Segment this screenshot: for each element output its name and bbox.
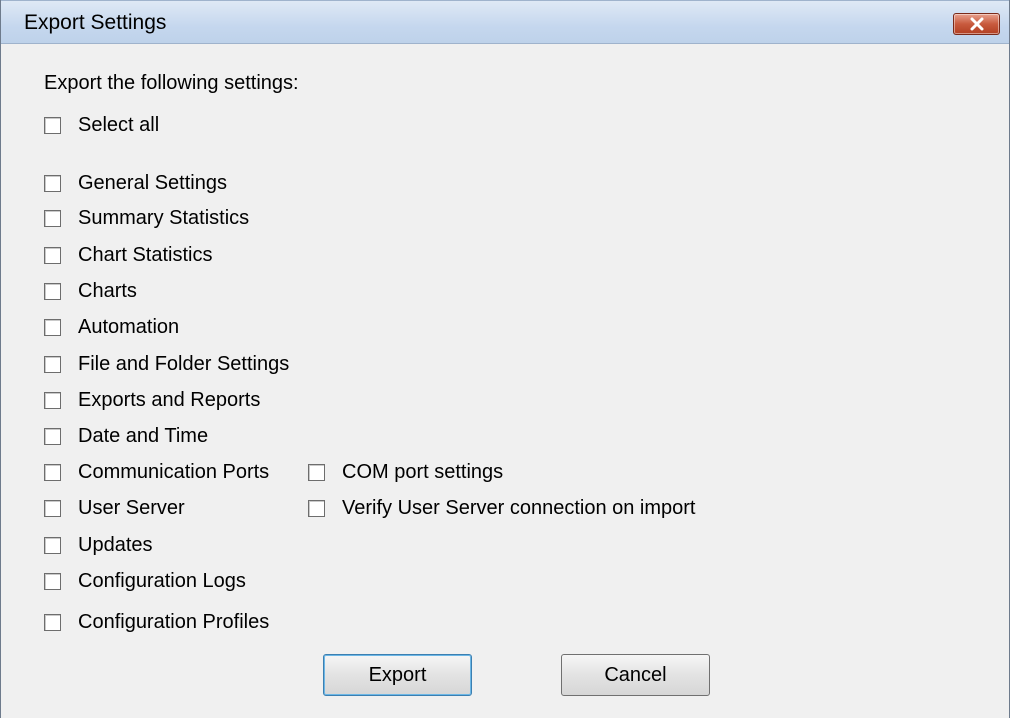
checkbox-label: File and Folder Settings bbox=[78, 352, 290, 375]
checkbox-label: Exports and Reports bbox=[78, 388, 261, 411]
checkbox-configuration-profiles[interactable]: Configuration Profiles bbox=[44, 610, 269, 634]
checkbox-file-and-folder-settings[interactable]: File and Folder Settings bbox=[44, 352, 289, 376]
checkbox-box[interactable] bbox=[44, 536, 61, 554]
checkbox-label: Charts bbox=[78, 279, 137, 302]
checkbox-configuration-logs[interactable]: Configuration Logs bbox=[44, 569, 246, 593]
checkbox-box[interactable] bbox=[44, 318, 61, 336]
checkbox-box[interactable] bbox=[44, 572, 61, 590]
checkbox-box[interactable] bbox=[44, 463, 61, 481]
close-icon bbox=[970, 17, 983, 31]
checkbox-verify-user-server-connection[interactable]: Verify User Server connection on import bbox=[308, 496, 696, 520]
checkbox-label: Summary Statistics bbox=[78, 206, 250, 229]
checkbox-box[interactable] bbox=[44, 282, 61, 300]
checkbox-communication-ports[interactable]: Communication Ports bbox=[44, 460, 269, 484]
checkbox-box[interactable] bbox=[44, 209, 61, 227]
checkbox-label: COM port settings bbox=[342, 460, 504, 483]
checkbox-label: General Settings bbox=[78, 171, 227, 194]
checkbox-chart-statistics[interactable]: Chart Statistics bbox=[44, 243, 212, 267]
checkbox-label: Configuration Profiles bbox=[78, 610, 270, 633]
checkbox-user-server[interactable]: User Server bbox=[44, 496, 185, 520]
checkbox-box[interactable] bbox=[44, 391, 61, 409]
checkbox-charts[interactable]: Charts bbox=[44, 279, 137, 303]
export-button[interactable]: Export bbox=[323, 654, 472, 696]
checkbox-box[interactable] bbox=[44, 246, 61, 264]
checkbox-box[interactable] bbox=[44, 116, 61, 134]
checkbox-com-port-settings[interactable]: COM port settings bbox=[308, 460, 503, 484]
checkbox-label: Updates bbox=[78, 533, 153, 556]
checkbox-label: Verify User Server connection on import bbox=[342, 496, 696, 519]
checkbox-updates[interactable]: Updates bbox=[44, 533, 153, 557]
checkbox-exports-and-reports[interactable]: Exports and Reports bbox=[44, 388, 260, 412]
checkbox-label: Date and Time bbox=[78, 424, 209, 447]
checkbox-general-settings[interactable]: General Settings bbox=[44, 171, 227, 195]
select-all-checkbox[interactable]: Select all bbox=[44, 113, 159, 137]
checkbox-label: Chart Statistics bbox=[78, 243, 213, 266]
checkbox-box[interactable] bbox=[44, 427, 61, 445]
export-settings-dialog: Export Settings Export the following set… bbox=[0, 0, 1010, 718]
checkbox-label: User Server bbox=[78, 496, 185, 519]
checkbox-label: Configuration Logs bbox=[78, 569, 246, 592]
checkbox-box[interactable] bbox=[44, 499, 61, 517]
checkbox-box[interactable] bbox=[44, 174, 61, 192]
checkbox-box[interactable] bbox=[308, 463, 325, 481]
title-bar[interactable]: Export Settings bbox=[1, 0, 1009, 44]
checkbox-box[interactable] bbox=[44, 355, 61, 373]
checkbox-label: Automation bbox=[78, 315, 180, 338]
close-button[interactable] bbox=[953, 13, 1000, 35]
checkbox-box[interactable] bbox=[44, 613, 61, 631]
checkbox-box[interactable] bbox=[308, 499, 325, 517]
intro-label: Export the following settings: bbox=[44, 72, 299, 94]
checkbox-date-and-time[interactable]: Date and Time bbox=[44, 424, 208, 448]
window-title: Export Settings bbox=[24, 11, 167, 34]
checkbox-automation[interactable]: Automation bbox=[44, 315, 179, 339]
checkbox-summary-statistics[interactable]: Summary Statistics bbox=[44, 206, 249, 230]
cancel-button[interactable]: Cancel bbox=[561, 654, 710, 696]
checkbox-label: Communication Ports bbox=[78, 460, 270, 483]
checkbox-label: Select all bbox=[78, 113, 160, 136]
